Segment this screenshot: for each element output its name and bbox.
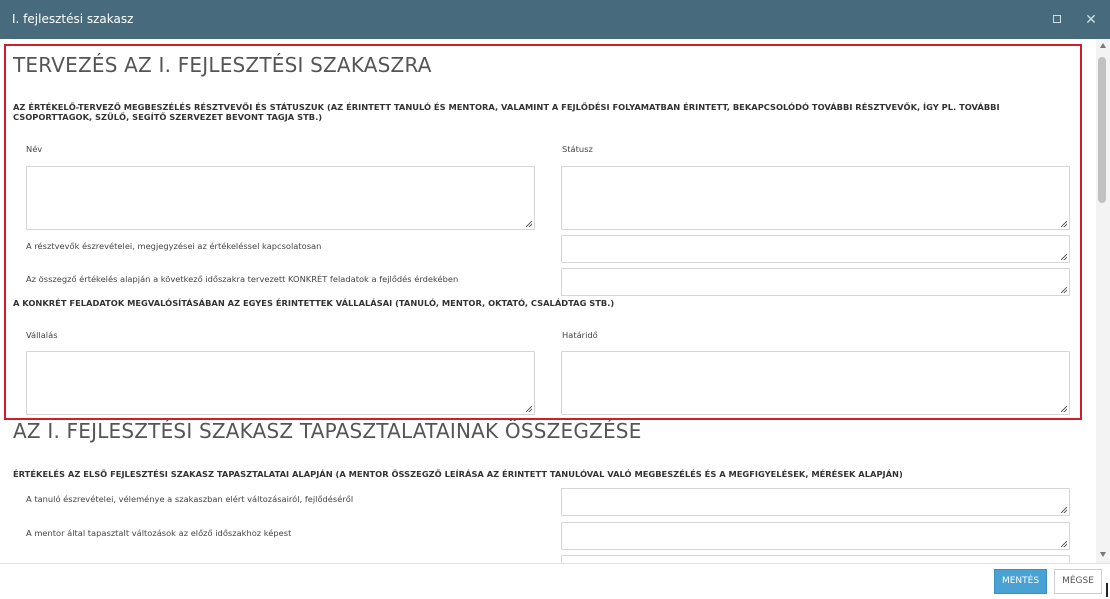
deadline-textarea[interactable] [561, 351, 1070, 415]
resize-grip-icon[interactable] [1061, 541, 1067, 547]
commitment-label: Vállalás [26, 330, 58, 340]
commitment-textarea[interactable] [26, 351, 535, 415]
evaluation-heading: ÉRTÉKELÉS AZ ELSŐ FEJLESZTÉSI SZAKASZ TA… [13, 469, 903, 479]
resize-grip-icon[interactable] [1061, 507, 1067, 513]
name-label: Név [26, 144, 43, 154]
dialog-titlebar: I. fejlesztési szakasz ✕ [0, 0, 1110, 39]
name-textarea[interactable] [26, 166, 535, 230]
maximize-icon[interactable] [1048, 10, 1066, 28]
vertical-scrollbar[interactable] [1096, 39, 1110, 563]
section-planning-title: TERVEZÉS AZ I. FEJLESZTÉSI SZAKASZRA [13, 53, 432, 77]
tasks-textarea[interactable] [561, 268, 1070, 296]
resize-grip-icon[interactable] [1061, 287, 1067, 293]
close-icon[interactable]: ✕ [1082, 10, 1100, 28]
divider [1106, 583, 1108, 597]
scroll-down-icon[interactable] [1100, 552, 1106, 557]
next-textarea[interactable] [561, 555, 1070, 563]
mentor-changes-label: A mentor által tapasztalt változások az … [26, 528, 292, 538]
student-opinion-textarea[interactable] [561, 488, 1070, 516]
resize-grip-icon[interactable] [1061, 221, 1067, 227]
scroll-thumb[interactable] [1098, 57, 1106, 203]
commitments-heading: A KONKRÉT FELADATOK MEGVALÓSÍTÁSÁBAN AZ … [13, 298, 615, 308]
dialog-title: I. fejlesztési szakasz [12, 12, 134, 26]
scroll-up-icon[interactable] [1100, 43, 1106, 48]
remarks-textarea[interactable] [561, 235, 1070, 263]
resize-grip-icon[interactable] [526, 221, 532, 227]
cancel-button[interactable]: MÉGSE [1054, 569, 1102, 594]
dialog-footer: MENTÉS MÉGSE [0, 563, 1110, 599]
resize-grip-icon[interactable] [1061, 254, 1067, 260]
status-textarea[interactable] [561, 166, 1070, 230]
deadline-label: Határidő [562, 330, 598, 340]
save-button[interactable]: MENTÉS [994, 569, 1047, 594]
participants-heading: AZ ÉRTÉKELŐ-TERVEZŐ MEGBESZÉLÉS RÉSZTVEV… [13, 102, 1000, 122]
remarks-label: A résztvevők észrevételei, megjegyzései … [26, 241, 322, 251]
resize-grip-icon[interactable] [526, 406, 532, 412]
resize-grip-icon[interactable] [1061, 406, 1067, 412]
dialog-content: TERVEZÉS AZ I. FEJLESZTÉSI SZAKASZRA AZ … [0, 39, 1096, 563]
status-label: Státusz [562, 144, 593, 154]
section-summary-title: AZ I. FEJLESZTÉSI SZAKASZ TAPASZTALATAIN… [13, 419, 642, 443]
student-opinion-label: A tanuló észrevételei, véleménye a szaka… [26, 494, 354, 504]
tasks-label: Az összegző értékelés alapján a következ… [26, 274, 459, 284]
mentor-changes-textarea[interactable] [561, 522, 1070, 550]
